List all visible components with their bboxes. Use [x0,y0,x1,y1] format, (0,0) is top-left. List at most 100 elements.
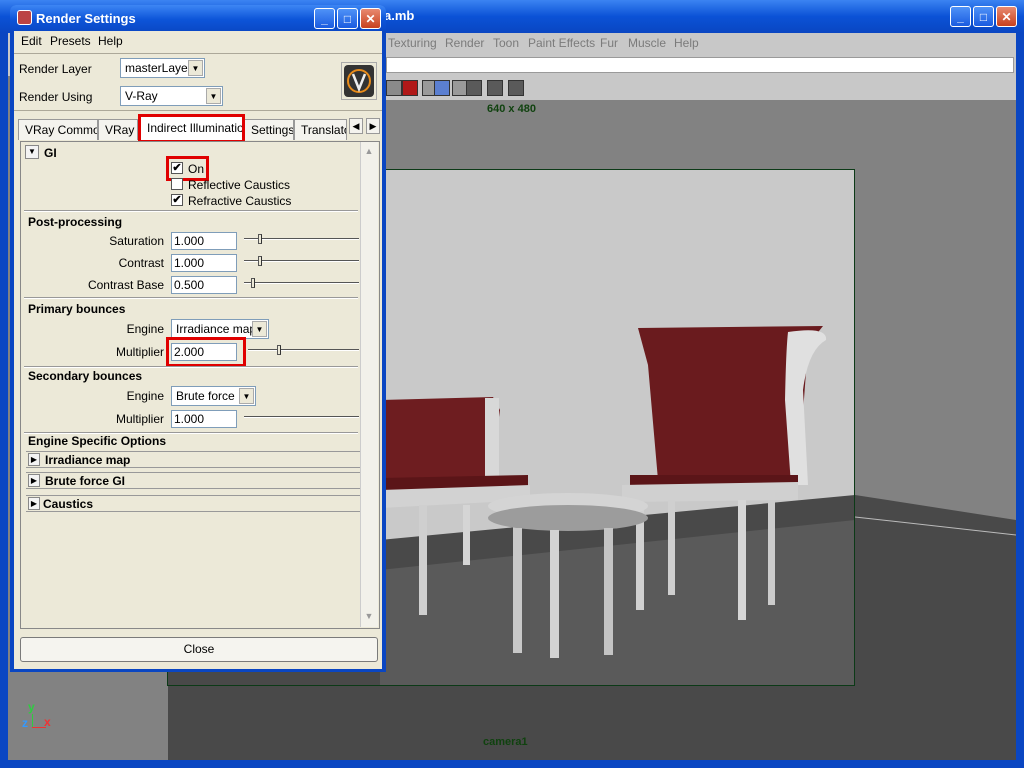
secondary-multiplier-field[interactable]: 1.000 [171,410,237,428]
dialog-maximize-button[interactable]: □ [337,8,358,29]
secondary-bounces-header: Secondary bounces [28,369,143,383]
expand-right-icon: ▶ [28,453,40,466]
axis-x-label: x [44,715,51,729]
render-using-value: V-Ray [125,89,158,103]
expand-right-icon: ▶ [28,474,40,487]
caustics-rollout[interactable]: ▶ Caustics [26,495,360,512]
vray-logo-icon [341,62,377,100]
menu-muscle[interactable]: Muscle [628,36,666,50]
irradiance-map-label: Irradiance map [45,453,131,467]
primary-engine-dropdown[interactable]: Irradiance map ▼ [171,319,269,339]
render-layer-value: masterLayer [125,61,192,75]
maya-window-title: a.mb [384,8,415,23]
tab-scroll-left-icon[interactable]: ◀ [349,118,363,134]
chevron-down-icon: ▼ [206,88,221,104]
secondary-multiplier-label: Multiplier [115,412,164,426]
primary-bounces-header: Primary bounces [28,302,126,316]
menu-render[interactable]: Render [445,36,484,50]
menu-fur[interactable]: Fur [600,36,618,50]
gi-section-header: GI [44,146,57,160]
secondary-engine-label: Engine [126,389,164,403]
irradiance-map-rollout[interactable]: ▶ Irradiance map [26,451,360,468]
refractive-caustics-label: Refractive Caustics [188,194,292,208]
render-layer-label: Render Layer [19,62,92,76]
render-layer-dropdown[interactable]: masterLayer ▼ [120,58,205,78]
dialog-menu-edit[interactable]: Edit [21,34,42,48]
menu-texturing[interactable]: Texturing [388,36,437,50]
menu-toon[interactable]: Toon [493,36,519,50]
engine-specific-header: Engine Specific Options [28,434,167,448]
tab-settings[interactable]: Settings [244,119,294,140]
chevron-down-icon: ▼ [188,60,203,76]
section-separator [24,366,358,368]
primary-engine-label: Engine [126,322,164,336]
panel-scrollbar[interactable]: ▲ ▼ [360,142,378,627]
contrast-base-label: Contrast Base [87,278,164,292]
dialog-menu-help[interactable]: Help [98,34,123,48]
scroll-down-icon[interactable]: ▼ [361,608,377,624]
scroll-up-icon[interactable]: ▲ [361,143,377,159]
expand-right-icon: ▶ [28,497,40,510]
refractive-caustics-checkbox[interactable]: ✔ [171,194,183,206]
render-using-label: Render Using [19,90,93,104]
chevron-down-icon: ▼ [252,321,267,337]
axis-y-label: y [28,700,35,714]
brute-force-gi-rollout[interactable]: ▶ Brute force GI [26,472,360,489]
dialog-menu-presets[interactable]: Presets [50,34,91,48]
axis-z-label: z [22,716,28,730]
resolution-label: 640 x 480 [487,103,536,115]
camera-name-label: camera1 [483,736,528,748]
panel-tool-icon[interactable] [386,80,402,96]
maya-close-button[interactable]: ✕ [996,6,1017,27]
contrast-field[interactable]: 1.000 [171,254,237,272]
saturation-slider-thumb[interactable] [258,234,262,244]
section-separator [24,210,358,212]
gi-collapse-icon[interactable]: ▼ [25,145,39,159]
saturation-label: Saturation [109,234,164,248]
resolution-gate-icon[interactable] [434,80,450,96]
camera-tool-icon[interactable] [508,80,524,96]
secondary-engine-value: Brute force [176,389,235,403]
maya-app-icon [17,10,32,25]
contrast-base-field[interactable]: 0.500 [171,276,237,294]
reflective-caustics-checkbox[interactable] [171,178,183,190]
grid-view-icon[interactable] [466,80,482,96]
tab-highlight-box [138,114,245,143]
maya-border-bottom [0,760,1024,768]
contrast-base-slider-track[interactable] [244,282,359,284]
render-using-dropdown[interactable]: V-Ray ▼ [120,86,223,106]
maya-minimize-button[interactable]: _ [950,6,971,27]
tab-translator[interactable]: Translator [294,119,347,140]
multiplier-highlight-box [166,337,246,367]
secondary-multiplier-slider-track[interactable] [244,416,359,418]
reflective-caustics-label: Reflective Caustics [188,178,291,192]
wireframe-icon[interactable] [487,80,503,96]
maya-border-right [1016,33,1024,768]
dialog-minimize-button[interactable]: _ [314,8,335,29]
primary-multiplier-slider-thumb[interactable] [277,345,281,355]
menu-help[interactable]: Help [674,36,699,50]
tab-vray[interactable]: VRay [98,119,138,140]
maya-border-left [0,33,8,768]
primary-engine-value: Irradiance map [176,322,257,336]
primary-multiplier-slider-track[interactable] [248,349,359,351]
menu-paint-effects[interactable]: Paint Effects [528,36,595,50]
close-button[interactable]: Close [20,637,378,662]
section-separator [24,297,358,299]
maya-command-field[interactable] [386,57,1014,73]
tab-scroll-right-icon[interactable]: ▶ [366,118,380,134]
saturation-field[interactable]: 1.000 [171,232,237,250]
primary-multiplier-label: Multiplier [115,345,164,359]
secondary-engine-dropdown[interactable]: Brute force ▼ [171,386,256,406]
tab-vray-common[interactable]: VRay Common [18,119,98,140]
contrast-base-slider-thumb[interactable] [251,278,255,288]
contrast-slider-thumb[interactable] [258,256,262,266]
dialog-title: Render Settings [36,11,136,26]
chevron-down-icon: ▼ [239,388,254,404]
axis-y-line [32,714,33,728]
dialog-close-icon[interactable]: ✕ [360,8,381,29]
render-cube-icon[interactable] [402,80,418,96]
contrast-label: Contrast [118,256,164,270]
maya-maximize-button[interactable]: □ [973,6,994,27]
menu-separator [14,53,382,54]
